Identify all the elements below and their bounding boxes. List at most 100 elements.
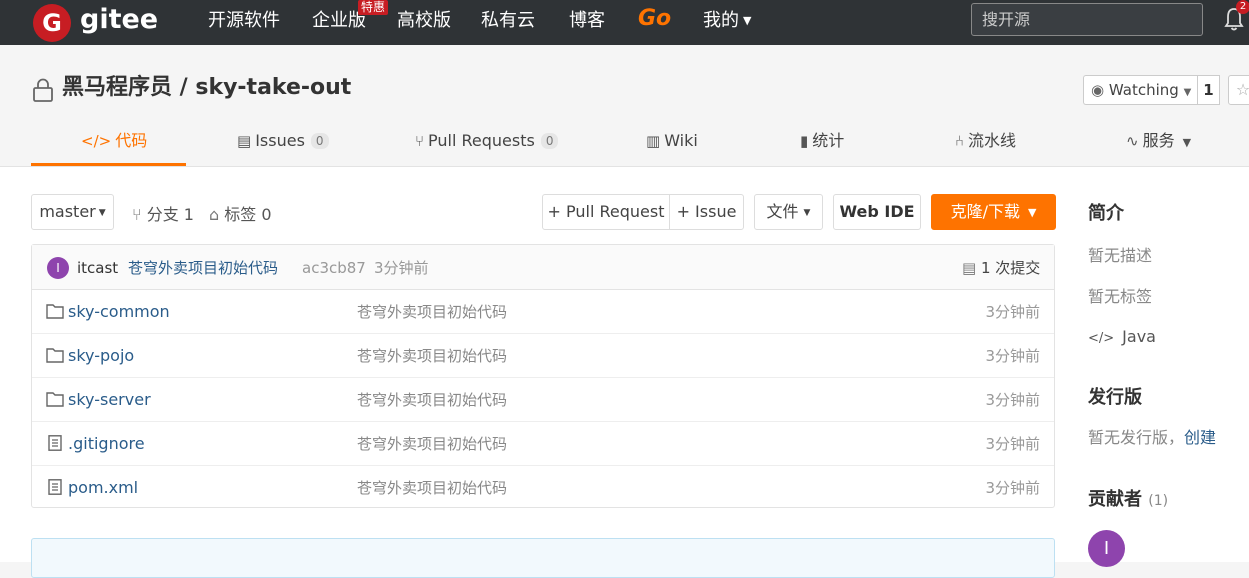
sidebar-contributors-title: 贡献者 (1) — [1088, 488, 1168, 513]
chevron-down-icon: ▼ — [98, 208, 106, 218]
table-row[interactable]: .gitignore 苍穹外卖项目初始代码 3分钟前 — [32, 422, 1054, 466]
tags-count: 标签 0 — [224, 205, 272, 224]
tab-pipeline-label: 流水线 — [968, 131, 1017, 150]
nav-item-go[interactable]: Go — [638, 8, 671, 30]
file-commit-message[interactable]: 苍穹外卖项目初始代码 — [357, 389, 507, 411]
gitee-logo-text[interactable]: gitee — [80, 4, 158, 36]
promo-badge: 特惠 — [358, 0, 389, 15]
repo-header: 黑马程序员 / sky-take-out ◉ Watching ▼ 1 ☆ </… — [0, 45, 1249, 167]
chevron-down-icon: ▼ — [1182, 136, 1192, 149]
tab-services[interactable]: ∿ 服务 ▼ — [1126, 130, 1191, 154]
repo-title[interactable]: 黑马程序员 / sky-take-out — [62, 73, 351, 103]
branch-icon: ⑂ — [132, 205, 142, 224]
pulse-icon: ∿ — [1126, 132, 1139, 150]
commit-author[interactable]: itcast — [77, 257, 118, 279]
tags-link[interactable]: ⌂ 标签 0 — [209, 204, 272, 226]
table-row[interactable]: sky-common 苍穹外卖项目初始代码 3分钟前 — [32, 290, 1054, 334]
caret-down-icon: ▼ — [1027, 206, 1037, 219]
sidebar-language[interactable]: </> Java — [1088, 326, 1156, 350]
search-input[interactable]: 搜开源 — [971, 3, 1203, 36]
avatar[interactable]: I — [47, 257, 69, 279]
web-ide-button[interactable]: Web IDE — [833, 194, 921, 230]
file-list: I itcast 苍穹外卖项目初始代码 ac3cb87 3分钟前 ▤ 1 次提交… — [31, 244, 1055, 508]
file-menu-label: 文件 — [766, 202, 799, 221]
nav-item-opensource[interactable]: 开源软件 — [208, 10, 280, 32]
file-name[interactable]: pom.xml — [68, 477, 138, 499]
file-icon — [48, 479, 62, 495]
branch-select[interactable]: master ▼ — [31, 194, 114, 230]
sidebar-release-title: 发行版 — [1088, 387, 1142, 408]
commit-hash[interactable]: ac3cb87 — [302, 257, 366, 279]
commit-message[interactable]: 苍穹外卖项目初始代码 — [128, 257, 278, 279]
watch-label: Watching — [1108, 81, 1179, 99]
commit-count-link[interactable]: ▤ 1 次提交 — [962, 257, 1040, 279]
file-menu-button[interactable]: 文件 ▼ — [754, 194, 823, 230]
file-time: 3分钟前 — [985, 303, 1040, 321]
code-icon: </> — [1088, 331, 1115, 346]
bar-chart-icon: ▮ — [800, 132, 809, 150]
tab-wiki[interactable]: ▥ Wiki — [646, 130, 698, 152]
contributors-label: 贡献者 — [1088, 489, 1142, 510]
latest-commit-bar: I itcast 苍穹外卖项目初始代码 ac3cb87 3分钟前 ▤ 1 次提交 — [32, 245, 1054, 290]
file-icon — [48, 435, 62, 451]
pipeline-icon: ⑃ — [955, 132, 965, 150]
chevron-down-icon: ▼ — [1183, 87, 1192, 98]
file-commit-message[interactable]: 苍穹外卖项目初始代码 — [357, 433, 507, 455]
file-name[interactable]: sky-common — [68, 301, 170, 323]
commit-count: 1 次提交 — [980, 259, 1041, 277]
sidebar-intro-title: 简介 — [1088, 203, 1124, 224]
sidebar-no-tags: 暂无标签 — [1088, 287, 1153, 306]
file-commit-message[interactable]: 苍穹外卖项目初始代码 — [357, 345, 507, 367]
nav-item-education[interactable]: 高校版 — [397, 10, 451, 32]
pr-count: 0 — [540, 133, 559, 149]
active-tab-indicator — [31, 163, 186, 166]
file-name[interactable]: sky-pojo — [68, 345, 134, 367]
tab-pr-label: Pull Requests — [428, 131, 535, 150]
star-icon[interactable]: ☆ — [1228, 75, 1249, 105]
tab-services-label: 服务 — [1142, 131, 1175, 150]
nav-mine-label: 我的 — [703, 10, 739, 31]
tab-pipeline[interactable]: ⑃ 流水线 — [955, 130, 1016, 152]
folder-icon — [46, 392, 64, 407]
new-pull-request-button[interactable]: + Pull Request — [542, 194, 670, 230]
lock-icon — [33, 78, 53, 102]
watch-button[interactable]: ◉ Watching ▼ — [1083, 75, 1197, 105]
readme-notice — [31, 538, 1055, 578]
clone-label: 克隆/下载 — [950, 202, 1020, 221]
watch-count[interactable]: 1 — [1197, 75, 1220, 105]
branches-count: 分支 1 — [146, 205, 194, 224]
new-issue-button[interactable]: + Issue — [669, 194, 744, 230]
avatar[interactable]: I — [1088, 530, 1125, 567]
table-row[interactable]: sky-server 苍穹外卖项目初始代码 3分钟前 — [32, 378, 1054, 422]
pull-request-icon: ⑂ — [415, 132, 425, 150]
main-content: master ▼ ⑂ 分支 1 ⌂ 标签 0 + Pull Request + I… — [0, 167, 1249, 578]
nav-item-private-cloud[interactable]: 私有云 — [481, 10, 535, 32]
commit-time: 3分钟前 — [374, 259, 429, 277]
clone-download-button[interactable]: 克隆/下载 ▼ — [931, 194, 1056, 230]
table-row[interactable]: sky-pojo 苍穹外卖项目初始代码 3分钟前 — [32, 334, 1054, 378]
tab-issues[interactable]: ▤ Issues 0 — [237, 130, 329, 152]
file-name[interactable]: sky-server — [68, 389, 151, 411]
file-commit-message[interactable]: 苍穹外卖项目初始代码 — [357, 301, 507, 323]
branches-link[interactable]: ⑂ 分支 1 — [132, 204, 194, 226]
file-time: 3分钟前 — [985, 347, 1040, 365]
table-row[interactable]: pom.xml 苍穹外卖项目初始代码 3分钟前 — [32, 466, 1054, 510]
eye-icon: ◉ — [1091, 81, 1105, 99]
sidebar-no-description: 暂无描述 — [1088, 246, 1153, 265]
tab-stats-label: 统计 — [812, 131, 845, 150]
top-navbar: G gitee 开源软件 企业版 特惠 高校版 私有云 博客 Go 我的 ▼ 搜开… — [0, 0, 1249, 45]
tab-code[interactable]: </> 代码 — [81, 130, 147, 152]
nav-item-mine[interactable]: 我的 ▼ — [703, 10, 751, 32]
branch-label: master — [39, 202, 96, 221]
file-name[interactable]: .gitignore — [68, 433, 145, 455]
nav-item-blog[interactable]: 博客 — [569, 10, 605, 32]
create-release-link[interactable]: 创建 — [1184, 428, 1216, 447]
tab-pull-requests[interactable]: ⑂ Pull Requests 0 — [415, 130, 559, 152]
issues-icon: ▤ — [237, 132, 252, 150]
tab-wiki-label: Wiki — [664, 131, 698, 150]
gitee-logo-icon[interactable]: G — [33, 4, 71, 42]
commits-icon: ▤ — [962, 259, 977, 277]
file-commit-message[interactable]: 苍穹外卖项目初始代码 — [357, 477, 507, 499]
tab-stats[interactable]: ▮ 统计 — [800, 130, 844, 152]
chevron-down-icon: ▼ — [743, 14, 752, 27]
